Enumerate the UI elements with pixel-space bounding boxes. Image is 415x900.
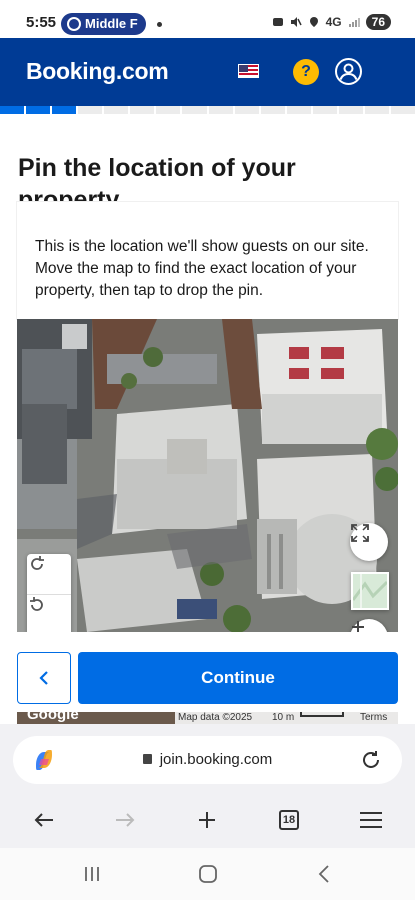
description-card: This is the location we'll show guests o… [17,202,398,319]
progress-step [234,106,259,114]
recents-icon[interactable] [80,862,104,886]
attribution-box: Map data ©2025 10 m Terms [175,712,398,724]
home-icon[interactable] [196,862,220,886]
google-logo: Google [27,712,79,723]
progress-step [52,106,77,114]
progress-bar [0,106,415,115]
progress-step [312,106,337,114]
progress-step [130,106,155,114]
url-display: join.booking.com [13,751,402,768]
progress-step [260,106,285,114]
system-navigation [0,848,415,900]
back-arrow-icon[interactable] [30,806,58,834]
tabs-icon[interactable]: 18 [275,806,303,834]
satellite-map[interactable] [17,319,398,632]
location-icon [309,17,318,27]
network-type: 4G [325,15,342,29]
rotate-controls [27,554,71,632]
tab-count: 18 [279,810,299,830]
progress-step [78,106,103,114]
booking-logo[interactable]: Booking.com [26,58,169,85]
chevron-left-icon [39,671,48,685]
system-back-icon[interactable] [312,862,336,886]
notification-pill-label: Middle F [85,16,138,31]
progress-step [0,106,25,114]
us-flag-icon[interactable] [238,64,259,78]
forward-arrow-icon[interactable] [111,806,139,834]
help-button[interactable]: ? [293,59,319,85]
action-bar: Continue [0,632,415,712]
terms-link[interactable]: Terms [360,712,387,724]
status-time: 5:55 [26,14,57,31]
progress-step [26,106,51,114]
site-header: Booking.com ? [0,38,415,106]
new-tab-icon[interactable] [193,806,221,834]
progress-step [338,106,363,114]
reload-icon[interactable] [360,749,382,771]
back-button[interactable] [17,652,71,704]
status-icons: 4G 76 [272,14,391,30]
lock-icon [142,754,152,764]
rotate-clockwise-icon[interactable] [27,554,71,595]
map-data-text: Map data ©2025 [178,712,253,723]
browser-toolbar: join.booking.com 18 [0,724,415,848]
mute-icon [290,17,302,27]
nfc-icon [272,18,283,26]
address-bar[interactable]: join.booking.com [13,736,402,784]
url-text: join.booking.com [159,751,273,768]
scale-bar [300,712,344,717]
notification-dot-icon [157,22,162,27]
status-bar: 5:55 Middle F 4G 76 [0,0,415,38]
progress-step [156,106,181,114]
map-layer-icon[interactable] [351,572,389,610]
continue-button[interactable]: Continue [78,652,398,704]
notification-pill[interactable]: Middle F [61,13,146,35]
battery-level: 76 [365,14,391,30]
progress-step [286,106,311,114]
account-icon[interactable] [335,58,362,85]
location-sharing-icon [67,17,81,31]
satellite-imagery [17,319,398,632]
scale-label: 10 m [272,712,295,723]
progress-step [182,106,207,114]
description-text: This is the location we'll show guests o… [35,238,369,299]
progress-step [390,106,415,114]
rotate-counterclockwise-icon[interactable] [27,595,71,632]
signal-icon [348,18,360,27]
menu-icon[interactable] [357,806,385,834]
progress-step [208,106,233,114]
browser-nav: 18 [0,800,415,840]
fullscreen-icon[interactable] [350,523,388,561]
map-attribution: Google Map data ©2025 10 m Terms [17,712,398,724]
progress-step [364,106,389,114]
progress-step [104,106,129,114]
